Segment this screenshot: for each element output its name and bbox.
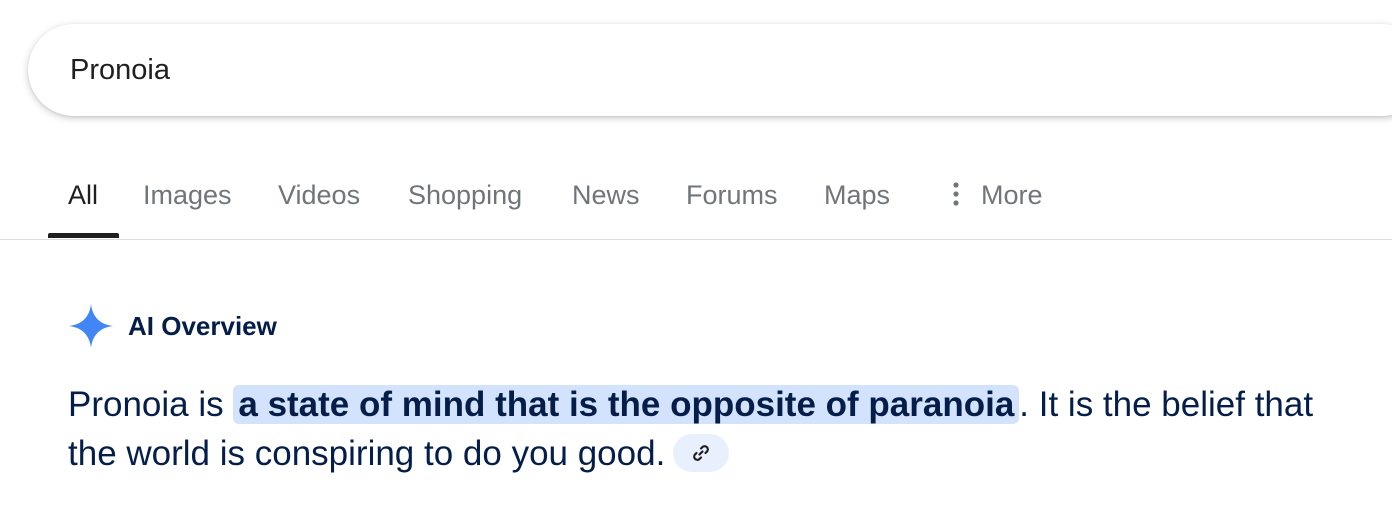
answer-prefix: Pronoia is [68, 385, 234, 424]
tab-videos[interactable]: Videos [278, 150, 360, 239]
more-vert-icon [953, 182, 959, 206]
sparkle-icon [69, 304, 113, 348]
tab-label: Shopping [408, 180, 523, 210]
tab-label: Videos [278, 180, 361, 210]
search-box[interactable] [28, 24, 1392, 116]
search-tabs: All Images Videos Shopping News Forums M… [0, 150, 1392, 240]
ai-overview-title: AI Overview [128, 310, 277, 341]
tab-label: More [981, 180, 1043, 210]
answer-highlight: a state of mind that is the opposite of … [233, 385, 1020, 424]
tab-more[interactable]: More [953, 150, 1043, 239]
tab-label: News [572, 180, 640, 210]
source-link-button[interactable] [673, 433, 730, 472]
ai-overview-answer: Pronoia is a state of mind that is the o… [68, 380, 1368, 478]
active-tab-indicator [48, 233, 119, 238]
search-results-page: All Images Videos Shopping News Forums M… [0, 0, 1392, 514]
tab-news[interactable]: News [572, 150, 640, 239]
tab-images[interactable]: Images [143, 150, 232, 239]
tab-label: Forums [686, 180, 778, 210]
tab-label: All [68, 180, 99, 210]
tab-label: Maps [824, 180, 891, 210]
tab-forums[interactable]: Forums [686, 150, 778, 239]
search-input[interactable] [70, 48, 770, 92]
tab-maps[interactable]: Maps [824, 150, 890, 239]
link-icon [693, 444, 710, 461]
tab-all[interactable]: All [68, 150, 98, 239]
ai-overview-header: AI Overview [68, 302, 277, 350]
tab-shopping[interactable]: Shopping [408, 150, 522, 239]
tab-label: Images [143, 180, 232, 210]
